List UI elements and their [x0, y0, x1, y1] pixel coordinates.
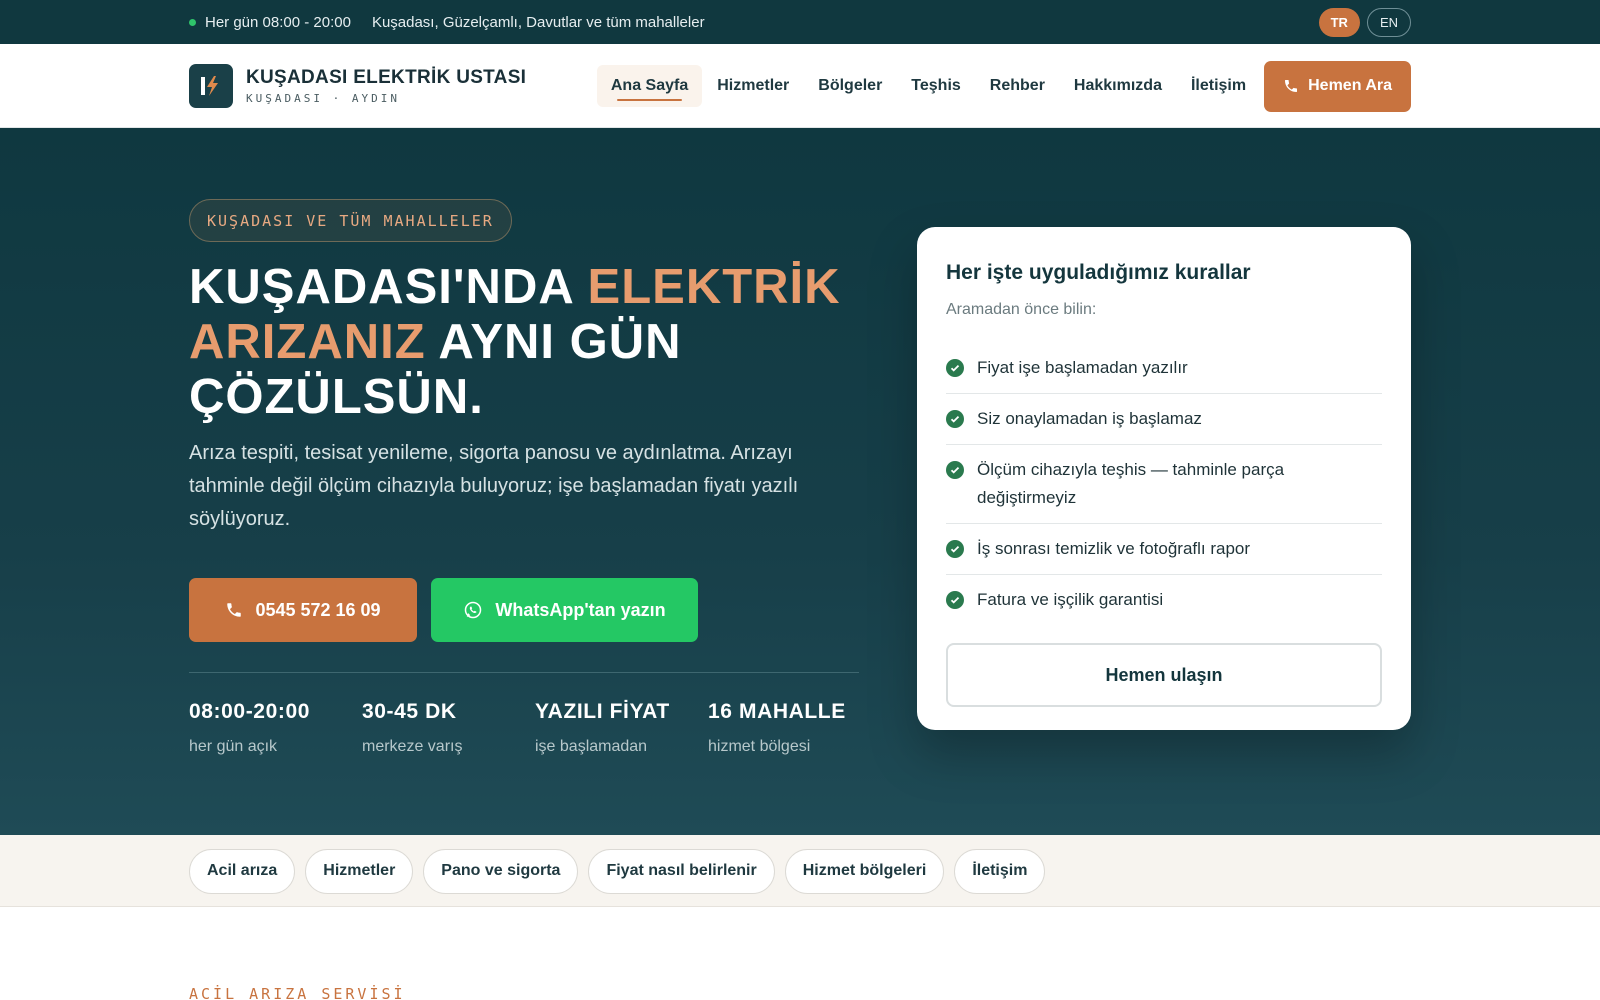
- lang-en-button[interactable]: EN: [1366, 7, 1411, 37]
- whatsapp-label: WhatsApp'tan yazın: [495, 599, 666, 620]
- rules-card-subtitle: Aramadan önce bilin:: [946, 301, 1097, 318]
- hero-badge: KUŞADASI VE TÜM MAHALLELER: [189, 199, 512, 242]
- section-eyebrow: ACİL ARIZA SERVİSİ: [189, 985, 406, 1000]
- chip-pricing[interactable]: Fiyat nasıl belirlenir: [588, 848, 775, 894]
- stat-value: 08:00-20:00: [189, 700, 311, 723]
- lightning-logo-icon: [189, 64, 233, 108]
- stat-label: her gün açık: [189, 738, 278, 755]
- working-hours: Her gün 08:00 - 20:00: [205, 13, 351, 31]
- brand-name: KUŞADASI ELEKTRİK USTASI: [246, 67, 527, 88]
- chip-panel-fuse[interactable]: Pano ve sigorta: [423, 848, 579, 894]
- stat-value: 30-45 DK: [362, 700, 457, 723]
- stat-label: hizmet bölgesi: [708, 738, 811, 755]
- main-nav: Ana Sayfa Hizmetler Bölgeler Teşhis Rehb…: [596, 60, 1411, 112]
- contact-now-button[interactable]: Hemen ulaşın: [946, 643, 1382, 707]
- nav-home[interactable]: Ana Sayfa: [596, 65, 703, 107]
- nav-regions[interactable]: Bölgeler: [804, 65, 896, 107]
- stat-label: işe başlamadan: [535, 738, 648, 755]
- headline-part3: ÇÖZÜLSÜN.: [189, 370, 484, 424]
- check-icon: [946, 359, 964, 377]
- stat-item: 30-45 DK merkeze varış: [362, 700, 535, 756]
- quick-links-bar: Acil arıza Hizmetler Pano ve sigorta Fiy…: [0, 835, 1600, 907]
- check-icon: [946, 540, 964, 558]
- nav-services[interactable]: Hizmetler: [703, 65, 803, 107]
- check-icon: [946, 591, 964, 609]
- whatsapp-button[interactable]: WhatsApp'tan yazın: [431, 578, 698, 642]
- phone-number: 0545 572 16 09: [255, 599, 381, 620]
- nav-diagnosis[interactable]: Teşhis: [897, 65, 975, 107]
- hero-stats: 08:00-20:00 her gün açık 30-45 DK merkez…: [189, 700, 881, 756]
- check-icon: [946, 461, 964, 479]
- rule-item: İş sonrası temizlik ve fotoğraflı rapor: [946, 524, 1382, 575]
- rule-text: Fatura ve işçilik garantisi: [977, 590, 1164, 609]
- rule-text: Ölçüm cihazıyla teşhis — tahminle parça …: [977, 460, 1285, 507]
- phone-icon: [227, 603, 242, 617]
- check-icon: [946, 410, 964, 428]
- rule-text: Fiyat işe başlamadan yazılır: [977, 358, 1188, 377]
- call-now-label: Hemen Ara: [1308, 77, 1392, 94]
- hero-section: KUŞADASI VE TÜM MAHALLELER KUŞADASI'NDA …: [0, 128, 1600, 835]
- top-info-bar: Her gün 08:00 - 20:00 Kuşadası, Güzelçam…: [0, 0, 1600, 44]
- stat-label: merkeze varış: [362, 738, 463, 755]
- rules-card: Her işte uyguladığımız kurallar Aramadan…: [917, 227, 1411, 730]
- headline-part1: KUŞADASI'NDA: [189, 260, 588, 314]
- status-dot-icon: [189, 18, 196, 26]
- hero-headline: KUŞADASI'NDA ELEKTRİK ARIZANIZ AYNI GÜN ÇÖ…: [189, 260, 879, 425]
- stat-item: YAZILI FİYAT işe başlamadan: [535, 700, 708, 756]
- emergency-section: ACİL ARIZA SERVİSİ: [0, 907, 1600, 1000]
- rule-text: Siz onaylamadan iş başlamaz: [977, 409, 1202, 428]
- rule-item: Ölçüm cihazıyla teşhis — tahminle parça …: [946, 445, 1382, 524]
- service-areas: Kuşadası, Güzelçamlı, Davutlar ve tüm ma…: [371, 13, 705, 31]
- rule-text: İş sonrası temizlik ve fotoğraflı rapor: [977, 539, 1251, 558]
- chip-services[interactable]: Hizmetler: [305, 848, 414, 894]
- rule-item: Siz onaylamadan iş başlamaz: [946, 394, 1382, 445]
- rule-item: Fatura ve işçilik garantisi: [946, 575, 1382, 625]
- stat-value: 16 MAHALLE: [708, 700, 846, 723]
- hero-cta-group: 0545 572 16 09 WhatsApp'tan yazın: [189, 578, 698, 642]
- chip-contact[interactable]: İletişim: [954, 848, 1046, 894]
- rules-card-title: Her işte uyguladığımız kurallar: [946, 261, 1251, 284]
- language-switcher: TR EN: [1318, 7, 1411, 37]
- rules-list: Fiyat işe başlamadan yazılır Siz onaylam…: [946, 343, 1382, 625]
- stat-value: YAZILI FİYAT: [535, 700, 670, 723]
- whatsapp-icon: [465, 601, 482, 619]
- chip-service-areas[interactable]: Hizmet bölgeleri: [784, 848, 945, 894]
- hero-lead: Arıza tespiti, tesisat yenileme, sigorta…: [189, 442, 799, 530]
- site-header: KUŞADASI ELEKTRİK USTASI KUŞADASI · AYDI…: [0, 44, 1600, 128]
- chip-emergency[interactable]: Acil arıza: [189, 848, 296, 894]
- headline-part2: AYNI GÜN: [425, 315, 682, 369]
- phone-icon: [1285, 80, 1298, 92]
- lang-tr-button[interactable]: TR: [1318, 7, 1360, 37]
- headline-accent2: ARIZANIZ: [189, 315, 426, 369]
- call-now-button[interactable]: Hemen Ara: [1264, 60, 1411, 112]
- top-info: Her gün 08:00 - 20:00 Kuşadası, Güzelçam…: [189, 14, 705, 31]
- brand-logo-link[interactable]: KUŞADASI ELEKTRİK USTASI KUŞADASI · AYDI…: [189, 64, 526, 108]
- rule-item: Fiyat işe başlamadan yazılır: [946, 343, 1382, 394]
- stat-item: 16 MAHALLE hizmet bölgesi: [708, 700, 881, 756]
- phone-call-button[interactable]: 0545 572 16 09: [189, 578, 417, 642]
- brand-location: KUŞADASI · AYDIN: [246, 92, 400, 105]
- nav-about[interactable]: Hakkımızda: [1060, 65, 1176, 107]
- nav-guide[interactable]: Rehber: [976, 65, 1059, 107]
- stat-item: 08:00-20:00 her gün açık: [189, 700, 362, 756]
- hero-divider: [189, 672, 859, 673]
- headline-accent1: ELEKTRİK: [587, 260, 841, 314]
- nav-contact[interactable]: İletişim: [1177, 65, 1260, 107]
